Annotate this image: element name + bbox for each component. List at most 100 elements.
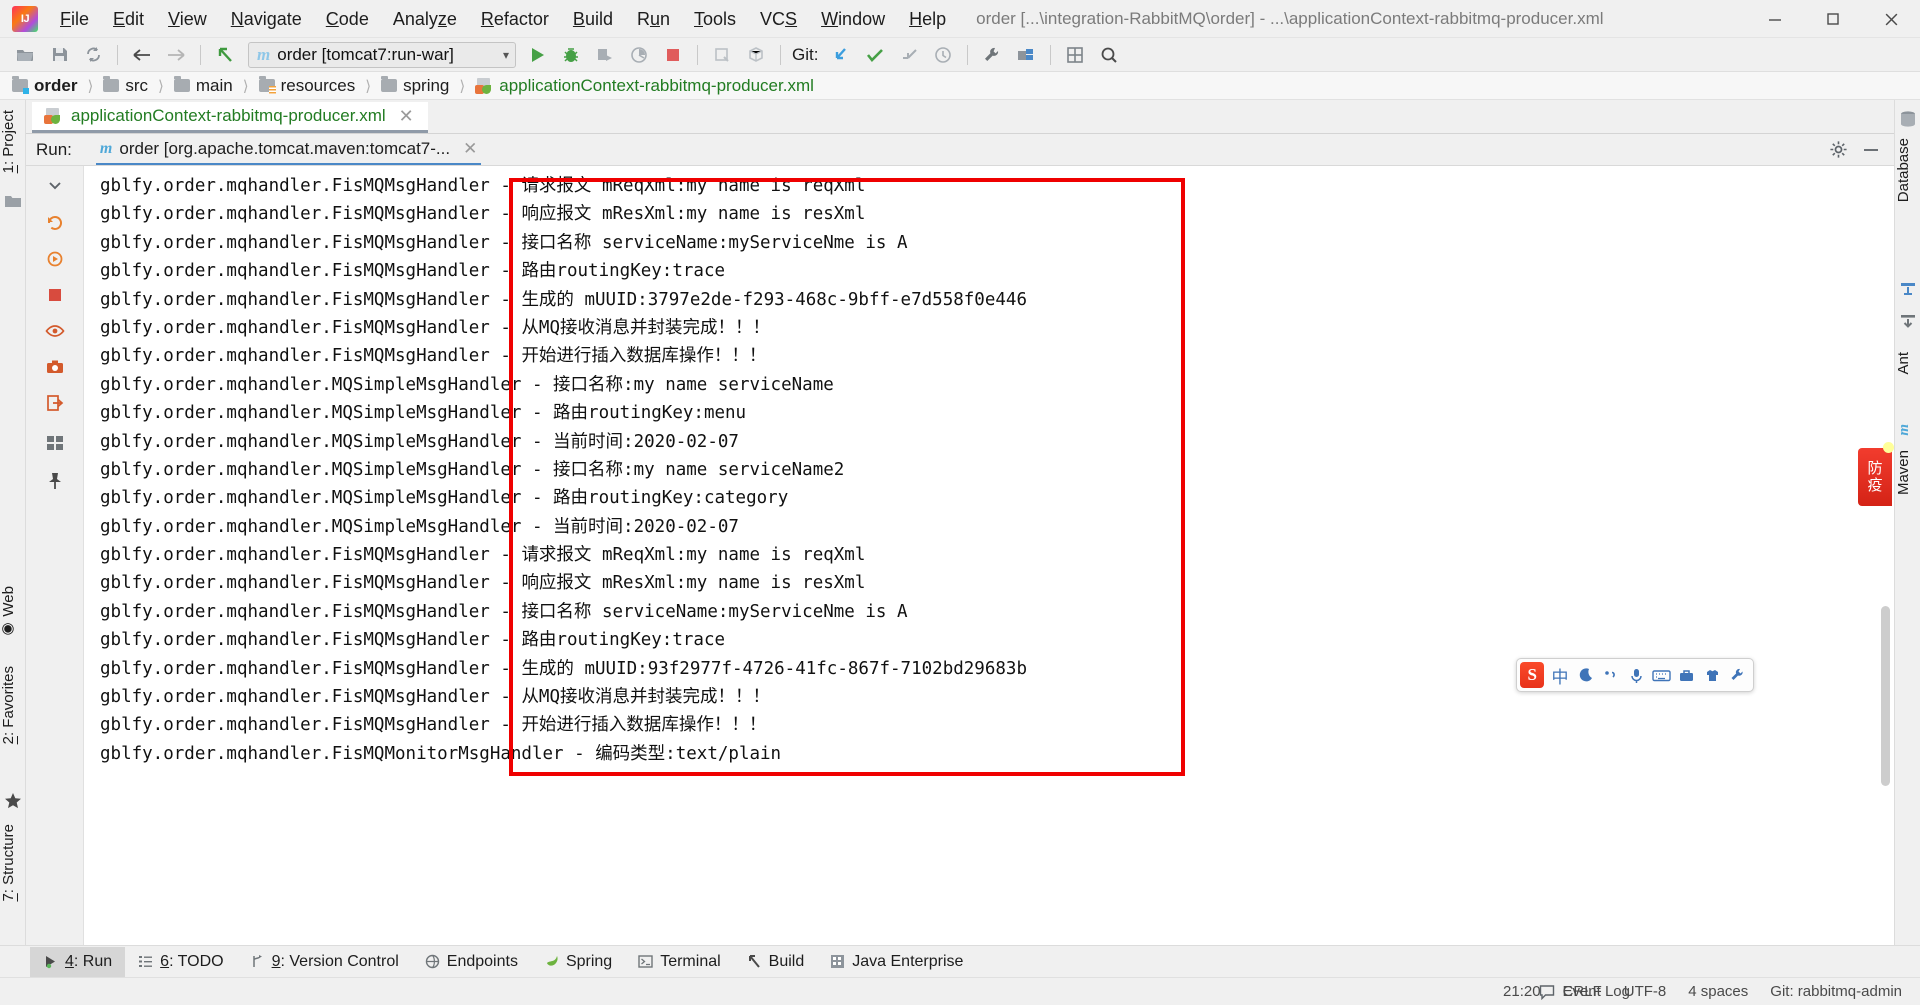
export-icon[interactable] xyxy=(40,388,70,418)
bottom-tab-todo[interactable]: 6: TODO xyxy=(125,947,236,977)
run-play-icon[interactable] xyxy=(520,40,554,70)
menu-navigate[interactable]: Navigate xyxy=(219,6,314,32)
settings-icon[interactable] xyxy=(1725,661,1750,689)
breadcrumb-item-main[interactable]: main xyxy=(172,76,235,96)
sidebar-item-structure[interactable]: 7: Structure xyxy=(0,818,26,908)
floating-epidemic-badge[interactable]: 防 疫 xyxy=(1858,442,1894,506)
bottom-tab-version-control[interactable]: 9: Version Control xyxy=(237,947,412,977)
star-icon[interactable] xyxy=(4,792,22,810)
bottom-tab-endpoints[interactable]: Endpoints xyxy=(412,947,531,977)
toolbox-icon[interactable] xyxy=(1674,661,1699,689)
minimize-button[interactable] xyxy=(1746,0,1804,38)
build-project-icon[interactable] xyxy=(705,40,739,70)
chinese-mode-toggle[interactable]: 中 xyxy=(1547,661,1572,689)
ant-build-icon[interactable] xyxy=(1899,280,1917,298)
folder-icon xyxy=(381,76,398,92)
menu-window[interactable]: Window xyxy=(809,6,897,32)
build-module-icon[interactable] xyxy=(739,40,773,70)
moon-icon[interactable] xyxy=(1573,661,1598,689)
indent-setting[interactable]: 4 spaces xyxy=(1688,983,1748,1000)
arrow-back-icon[interactable] xyxy=(125,40,159,70)
menu-run[interactable]: Run xyxy=(625,6,682,32)
menu-analyze[interactable]: Analyze xyxy=(381,6,469,32)
file-encoding[interactable]: UTF-8 xyxy=(1624,983,1667,1000)
microphone-icon[interactable] xyxy=(1623,661,1648,689)
screenshot-camera-icon[interactable] xyxy=(40,352,70,382)
breadcrumb-item-spring[interactable]: spring xyxy=(379,76,451,96)
close-icon[interactable]: ✕ xyxy=(457,139,477,159)
sogou-logo-icon[interactable]: S xyxy=(1520,662,1545,688)
sidebar-item-database[interactable]: Database xyxy=(1895,132,1920,208)
project-files-icon[interactable] xyxy=(4,192,22,210)
caret-position[interactable]: 21:20 xyxy=(1503,983,1541,1000)
run-tab-order[interactable]: m order [org.apache.tomcat.maven:tomcat7… xyxy=(95,135,482,165)
profiler-icon[interactable] xyxy=(622,40,656,70)
close-icon[interactable]: ✕ xyxy=(395,107,418,125)
skin-icon[interactable] xyxy=(1699,661,1724,689)
run-configuration-selector[interactable]: m order [tomcat7:run-war] ▾ xyxy=(248,41,516,68)
git-push-icon[interactable] xyxy=(892,40,926,70)
menu-edit[interactable]: Edit xyxy=(101,6,156,32)
plugins-icon[interactable] xyxy=(1009,40,1043,70)
sidebar-item-web[interactable]: ◉ Web xyxy=(0,580,26,645)
jump-to-source-icon[interactable] xyxy=(208,40,242,70)
bottom-tab-terminal[interactable]: Terminal xyxy=(625,947,733,977)
stop-icon[interactable] xyxy=(40,280,70,310)
stop-icon[interactable] xyxy=(656,40,690,70)
menu-tools[interactable]: Tools xyxy=(682,6,748,32)
menu-vcs[interactable]: VCS xyxy=(748,6,809,32)
wrench-settings-icon[interactable] xyxy=(975,40,1009,70)
sidebar-item-maven-label[interactable]: Maven xyxy=(1895,444,1920,501)
git-history-icon[interactable] xyxy=(926,40,960,70)
bottom-tab-run[interactable]: 4: Run xyxy=(30,946,126,977)
sync-refresh-icon[interactable] xyxy=(76,40,110,70)
gear-icon[interactable] xyxy=(1829,140,1848,159)
rerun-failed-icon[interactable] xyxy=(40,244,70,274)
bottom-tab-build[interactable]: Build xyxy=(734,947,818,977)
toggle-visibility-icon[interactable] xyxy=(40,316,70,346)
sogou-ime-toolbar[interactable]: S 中 xyxy=(1516,658,1754,692)
sidebar-item-favorites[interactable]: 2: Favorites xyxy=(0,660,26,750)
ant-run-icon[interactable] xyxy=(1899,312,1917,330)
close-button[interactable] xyxy=(1862,0,1920,38)
open-folder-icon[interactable] xyxy=(8,40,42,70)
search-everywhere-icon[interactable] xyxy=(1092,40,1126,70)
debug-bug-icon[interactable] xyxy=(554,40,588,70)
sidebar-item-project[interactable]: 1: Project xyxy=(0,104,26,179)
menu-refactor[interactable]: Refactor xyxy=(469,6,561,32)
run-with-coverage-icon[interactable] xyxy=(588,40,622,70)
bottom-tab-spring[interactable]: Spring xyxy=(531,947,625,977)
collapse-chevron-icon[interactable] xyxy=(40,170,70,200)
database-icon[interactable] xyxy=(1899,110,1917,128)
pin-icon[interactable] xyxy=(40,466,70,496)
bottom-tab-java-enterprise[interactable]: Java Enterprise xyxy=(817,947,976,977)
git-commit-icon[interactable] xyxy=(858,40,892,70)
git-branch-status[interactable]: Git: rabbitmq-admin xyxy=(1770,983,1902,1000)
console-vertical-scrollbar[interactable] xyxy=(1879,166,1892,973)
sidebar-item-maven[interactable]: m xyxy=(1895,418,1920,442)
editor-tab-applicationcontext-rabbitmq-producer[interactable]: applicationContext-rabbitmq-producer.xml… xyxy=(32,102,428,133)
keyboard-icon[interactable] xyxy=(1649,661,1674,689)
sidebar-item-ant[interactable]: Ant xyxy=(1895,346,1920,381)
menu-view[interactable]: View xyxy=(156,6,219,32)
breadcrumb-item-src[interactable]: src xyxy=(101,76,150,96)
scrollbar-thumb[interactable] xyxy=(1881,606,1890,786)
structure-icon[interactable] xyxy=(1058,40,1092,70)
maximize-button[interactable] xyxy=(1804,0,1862,38)
menu-help[interactable]: Help xyxy=(897,6,958,32)
layout-icon[interactable] xyxy=(40,428,70,458)
arrow-forward-icon[interactable] xyxy=(159,40,193,70)
breadcrumb-item-order[interactable]: order xyxy=(10,76,79,96)
minimize-icon[interactable] xyxy=(1862,141,1880,159)
save-icon[interactable] xyxy=(42,40,76,70)
menu-code[interactable]: Code xyxy=(314,6,381,32)
git-update-project-icon[interactable] xyxy=(824,40,858,70)
event-log-button[interactable]: Event Log xyxy=(1539,983,1630,1000)
breadcrumb-item-resources[interactable]: resources xyxy=(257,76,358,96)
menu-build[interactable]: Build xyxy=(561,6,625,32)
breadcrumb-item-xml-file[interactable]: applicationContext-rabbitmq-producer.xml xyxy=(473,76,816,96)
rerun-icon[interactable] xyxy=(40,208,70,238)
run-console-output[interactable]: gblfy.order.mqhandler.FisMQMsgHandler - … xyxy=(84,166,1894,973)
punctuation-icon[interactable] xyxy=(1598,661,1623,689)
menu-file[interactable]: File xyxy=(48,6,101,32)
